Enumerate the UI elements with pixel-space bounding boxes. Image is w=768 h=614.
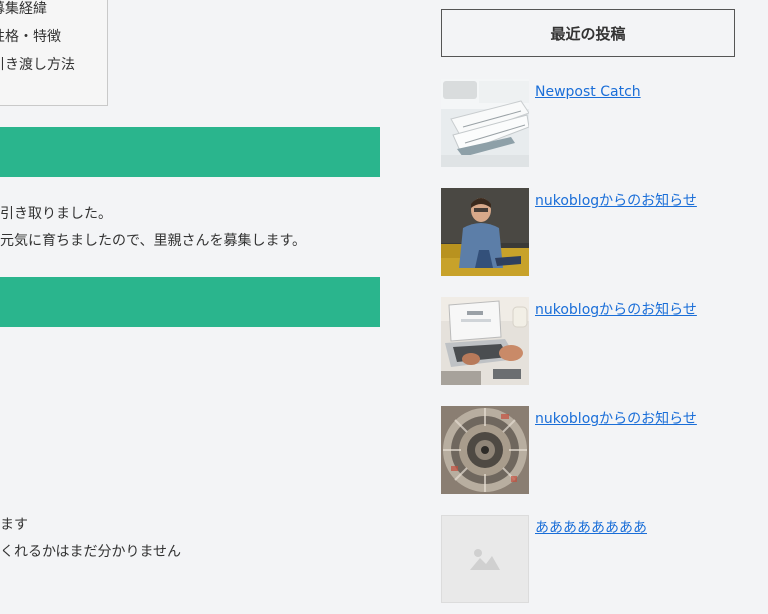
- toc-item-recruitment[interactable]: 募集経緯: [0, 0, 47, 18]
- books-spiral-photo[interactable]: [441, 406, 529, 494]
- body-text: ます: [0, 517, 28, 533]
- recent-post-link[interactable]: nukoblogからのお知らせ: [535, 301, 697, 319]
- recent-post-link[interactable]: nukoblogからのお知らせ: [535, 192, 697, 210]
- page: 募集経緯 性格・特徴 引き渡し方法 引き取りました。 元気に育ちましたので、里親…: [0, 0, 768, 614]
- section-heading-bar: [0, 127, 380, 177]
- recent-post-item: nukoblogからのお知らせ: [441, 297, 741, 385]
- table-of-contents: 募集経緯 性格・特徴 引き渡し方法: [0, 0, 108, 106]
- recent-post-item: nukoblogからのお知らせ: [441, 406, 741, 494]
- toc-item-personality[interactable]: 性格・特徴: [0, 28, 61, 46]
- section-heading-bar: [0, 277, 380, 327]
- image-placeholder-icon[interactable]: [441, 515, 529, 603]
- recent-post-item: nukoblogからのお知らせ: [441, 188, 741, 276]
- toc-item-handover[interactable]: 引き渡し方法: [0, 56, 75, 74]
- body-text: 引き取りました。: [0, 206, 112, 222]
- recent-post-link[interactable]: nukoblogからのお知らせ: [535, 410, 697, 428]
- body-text: くれるかはまだ分かりません: [0, 544, 182, 560]
- body-text: 元気に育ちましたので、里親さんを募集します。: [0, 233, 307, 249]
- notebook-desk-photo[interactable]: [441, 79, 529, 167]
- man-on-sofa-photo[interactable]: [441, 188, 529, 276]
- recent-posts-title: 最近の投稿: [441, 9, 735, 57]
- laptop-typing-photo[interactable]: [441, 297, 529, 385]
- recent-post-link[interactable]: ああああああああ: [535, 519, 647, 537]
- recent-post-item: ああああああああ: [441, 515, 741, 603]
- recent-post-item: Newpost Catch: [441, 79, 741, 167]
- recent-post-link[interactable]: Newpost Catch: [535, 83, 641, 101]
